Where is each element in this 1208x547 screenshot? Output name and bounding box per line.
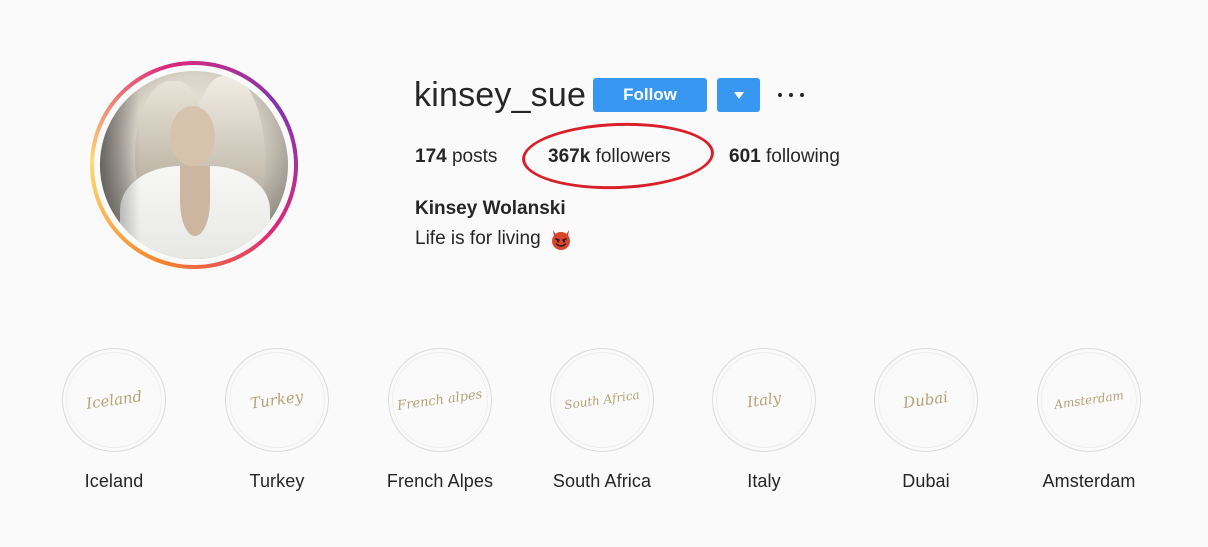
highlight-label: Iceland [84, 471, 144, 491]
avatar-face [170, 106, 215, 166]
dot [800, 93, 804, 97]
more-options-icon[interactable] [778, 86, 804, 104]
username: kinsey_sue [414, 76, 587, 114]
following-link[interactable]: 601 following [729, 145, 840, 169]
highlight-cover-text: Italy [745, 388, 783, 412]
full-name: Kinsey Wolanski [415, 198, 566, 219]
highlight-label: French Alpes [386, 471, 494, 491]
highlight-french-alpes[interactable]: French alpes French Alpes [375, 348, 505, 492]
red-annotation-ellipse [520, 119, 716, 193]
highlight-italy[interactable]: Italy Italy [699, 348, 829, 492]
highlight-cover-text: Iceland [84, 387, 144, 413]
avatar[interactable] [100, 71, 288, 259]
highlight-iceland[interactable]: Iceland Iceland [49, 348, 179, 492]
bio-text: Life is for living [415, 228, 541, 249]
highlight-cover: French alpes [388, 348, 492, 452]
highlight-cover: Italy [712, 348, 816, 452]
story-ring[interactable] [90, 61, 298, 269]
follow-button[interactable]: Follow [593, 78, 707, 112]
highlight-cover-text: Turkey [249, 387, 305, 413]
highlight-cover-text: Amsterdam [1053, 388, 1125, 412]
suggestions-dropdown-button[interactable] [717, 78, 760, 112]
avatar-gap [94, 65, 294, 265]
highlight-south-africa[interactable]: South Africa South Africa [537, 348, 667, 492]
bio: Life is for living [415, 226, 573, 252]
highlight-cover-text: South Africa [563, 387, 641, 413]
highlight-label: Turkey [249, 471, 305, 491]
highlight-label: Italy [747, 471, 781, 491]
posts-label: posts [451, 146, 498, 167]
highlight-cover: Dubai [874, 348, 978, 452]
highlight-label: South Africa [552, 471, 652, 491]
dot [778, 93, 782, 97]
highlight-cover-text: French alpes [396, 386, 484, 414]
highlight-dubai[interactable]: Dubai Dubai [861, 348, 991, 492]
smiling-devil-icon [549, 227, 573, 251]
highlight-cover: Amsterdam [1037, 348, 1141, 452]
avatar-neck [180, 166, 210, 236]
posts-count: 174 posts [415, 145, 497, 169]
story-highlights: Iceland Iceland Turkey Turkey French alp… [0, 348, 1208, 508]
following-number: 601 [729, 146, 761, 167]
highlight-label: Dubai [902, 471, 950, 491]
dot [789, 93, 793, 97]
highlight-cover-text: Dubai [902, 387, 950, 413]
triangle-down-icon [733, 91, 744, 99]
highlight-cover: South Africa [550, 348, 654, 452]
highlight-amsterdam[interactable]: Amsterdam Amsterdam [1024, 348, 1154, 492]
posts-number: 174 [415, 146, 447, 167]
highlight-cover: Turkey [225, 348, 329, 452]
highlight-label: Amsterdam [1042, 471, 1136, 491]
following-label: following [765, 146, 840, 167]
highlight-turkey[interactable]: Turkey Turkey [212, 348, 342, 492]
highlight-cover: Iceland [62, 348, 166, 452]
avatar-shadow [100, 71, 140, 259]
